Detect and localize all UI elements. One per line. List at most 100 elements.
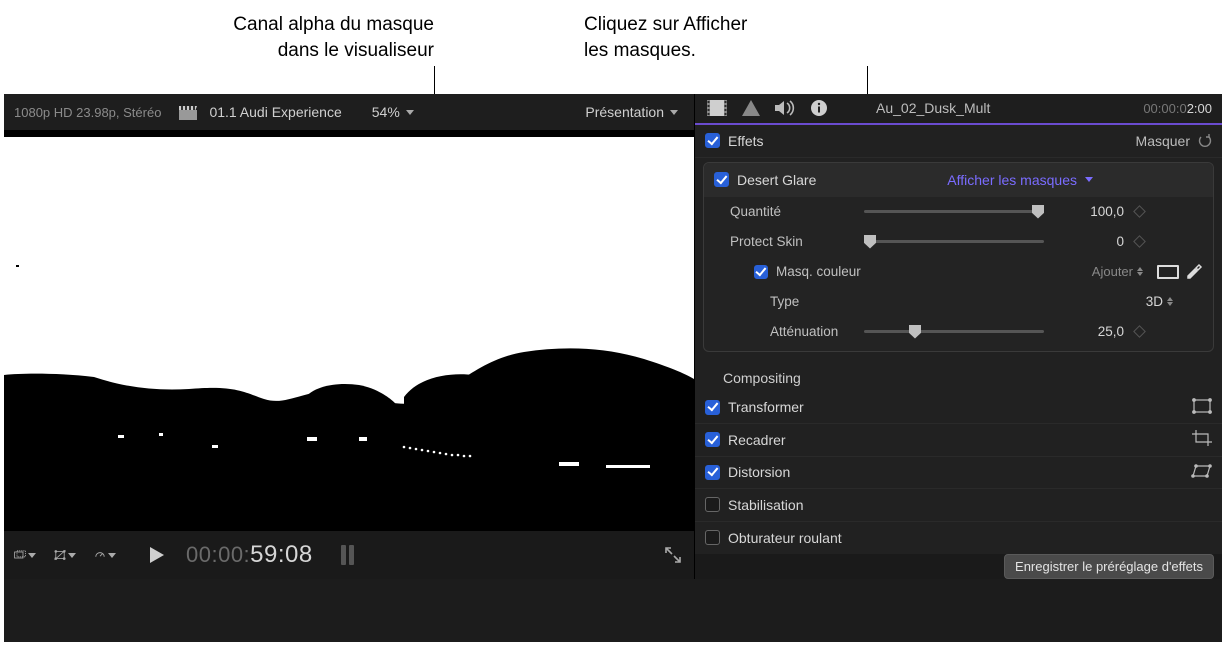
amount-value[interactable]: 100,0: [1054, 204, 1124, 219]
protect-skin-slider[interactable]: [864, 233, 1044, 251]
info-inspector-tab[interactable]: [807, 96, 831, 120]
add-mask-popup[interactable]: Ajouter: [1092, 264, 1143, 279]
transform-label: Transformer: [728, 399, 804, 415]
distort-onscreen-icon[interactable]: [1190, 464, 1212, 481]
transform-tool-icon[interactable]: [54, 544, 76, 566]
mask-view-swatch[interactable]: [1157, 265, 1179, 279]
retime-tool-icon[interactable]: [94, 544, 116, 566]
transform-onscreen-icon[interactable]: [1192, 398, 1212, 417]
expand-icon[interactable]: [662, 544, 684, 566]
protect-skin-value[interactable]: 0: [1054, 234, 1124, 249]
crop-label: Recadrer: [728, 432, 786, 448]
transport-bar: 00:00:59:08: [4, 531, 694, 579]
timecode-value: 59:08: [250, 541, 313, 568]
view-menu[interactable]: Présentation: [579, 100, 684, 124]
color-inspector-tab[interactable]: [739, 96, 763, 120]
chevron-down-icon: [670, 110, 678, 115]
zoom-popup[interactable]: 54%: [366, 100, 420, 124]
show-masks-label: Afficher les masques: [947, 172, 1077, 188]
audio-skim-indicator: [341, 545, 354, 565]
param-amount: Quantité 100,0: [704, 197, 1213, 227]
param-label: Quantité: [714, 204, 864, 219]
effects-checkbox[interactable]: [705, 133, 720, 148]
crop-checkbox[interactable]: [705, 432, 720, 447]
chevron-down-icon: [108, 553, 116, 558]
viewer-canvas[interactable]: [4, 130, 694, 531]
param-label: Protect Skin: [714, 234, 864, 249]
rolling-shutter-checkbox[interactable]: [705, 530, 720, 545]
show-masks-popup[interactable]: Afficher les masques: [947, 172, 1093, 188]
keyframe-button[interactable]: [1124, 207, 1154, 216]
section-distort[interactable]: Distorsion: [695, 457, 1222, 490]
timecode-display[interactable]: 00:00:59:08: [186, 541, 313, 569]
clapper-icon: [179, 104, 197, 120]
softness-value[interactable]: 25,0: [1054, 324, 1124, 339]
inspector-pane: Au_02_Dusk_Mult 00:00:02:00 Effets Masqu…: [694, 94, 1222, 579]
callout-text: dans le visualiseur: [233, 38, 434, 64]
param-label-row: Masq. couleur: [714, 264, 864, 279]
amount-slider[interactable]: [864, 203, 1044, 221]
save-preset-bar: Enregistrer le préréglage d'effets: [695, 554, 1222, 579]
param-softness: Atténuation 25,0: [704, 317, 1213, 347]
stabilization-checkbox[interactable]: [705, 497, 720, 512]
distort-label: Distorsion: [728, 464, 790, 480]
callout-show-masks: Cliquez sur Afficher les masques.: [584, 12, 747, 63]
softness-slider[interactable]: [864, 323, 1044, 341]
format-label: 1080p HD 23.98p, Stéréo: [14, 105, 161, 120]
compositing-header: Compositing: [695, 360, 1222, 392]
param-color-mask: Masq. couleur Ajouter: [704, 257, 1213, 287]
app-window: 1080p HD 23.98p, Stéréo 01.1 Audi Experi…: [4, 94, 1222, 642]
video-inspector-tab[interactable]: [705, 96, 729, 120]
duration-prefix: 00:00:0: [1143, 101, 1186, 116]
keyframe-button[interactable]: [1124, 237, 1154, 246]
section-crop[interactable]: Recadrer: [695, 424, 1222, 457]
param-type: Type 3D: [704, 287, 1213, 317]
play-button[interactable]: [146, 544, 168, 566]
color-mask-checkbox[interactable]: [754, 265, 768, 279]
add-label: Ajouter: [1092, 264, 1133, 279]
rolling-shutter-label: Obturateur roulant: [728, 530, 842, 546]
callout-text: Canal alpha du masque: [233, 12, 434, 38]
inspector-tab-bar: Au_02_Dusk_Mult 00:00:02:00: [695, 94, 1222, 125]
hide-effects-button[interactable]: Masquer: [1136, 133, 1212, 149]
effect-header[interactable]: Desert Glare Afficher les masques: [704, 163, 1213, 197]
eyedropper-icon[interactable]: [1185, 261, 1203, 282]
timecode-prefix: 00:00:: [186, 542, 250, 567]
viewer-pane: 1080p HD 23.98p, Stéréo 01.1 Audi Experi…: [4, 94, 694, 579]
param-protect-skin: Protect Skin 0: [704, 227, 1213, 257]
stabilization-label: Stabilisation: [728, 497, 804, 513]
callout-text: les masques.: [584, 38, 747, 64]
effects-section-header[interactable]: Effets Masquer: [695, 125, 1222, 158]
inspector-clip-name: Au_02_Dusk_Mult: [876, 100, 990, 116]
effect-enable-checkbox[interactable]: [714, 172, 729, 187]
chevron-down-icon: [406, 110, 414, 115]
duration-value: 2:00: [1187, 101, 1212, 116]
crop-tool-icon[interactable]: [14, 544, 36, 566]
view-menu-label: Présentation: [585, 104, 664, 120]
chevron-down-icon: [1085, 177, 1093, 182]
section-stabilization[interactable]: Stabilisation: [695, 489, 1222, 522]
keyframe-button[interactable]: [1124, 327, 1154, 336]
chevron-down-icon: [28, 553, 36, 558]
zoom-value: 54%: [372, 104, 400, 120]
effect-name: Desert Glare: [737, 172, 816, 188]
chevron-down-icon: [68, 553, 76, 558]
viewer-toolbar: 1080p HD 23.98p, Stéréo 01.1 Audi Experi…: [4, 94, 694, 130]
effects-label: Effets: [728, 133, 764, 149]
save-effects-preset-button[interactable]: Enregistrer le préréglage d'effets: [1004, 554, 1214, 579]
color-mask-label: Masq. couleur: [776, 264, 861, 279]
distort-checkbox[interactable]: [705, 465, 720, 480]
param-label: Atténuation: [714, 324, 864, 339]
reset-icon[interactable]: [1198, 134, 1212, 148]
section-transform[interactable]: Transformer: [695, 392, 1222, 425]
transform-checkbox[interactable]: [705, 400, 720, 415]
section-rolling-shutter[interactable]: Obturateur roulant: [695, 522, 1222, 554]
type-value: 3D: [1146, 294, 1163, 309]
crop-onscreen-icon[interactable]: [1192, 430, 1212, 449]
audio-inspector-tab[interactable]: [773, 96, 797, 120]
alpha-channel-image: [4, 137, 694, 525]
callout-text: Cliquez sur Afficher: [584, 12, 747, 38]
type-popup[interactable]: 3D: [1103, 294, 1173, 309]
hide-label: Masquer: [1136, 133, 1190, 149]
param-label: Type: [714, 294, 864, 309]
